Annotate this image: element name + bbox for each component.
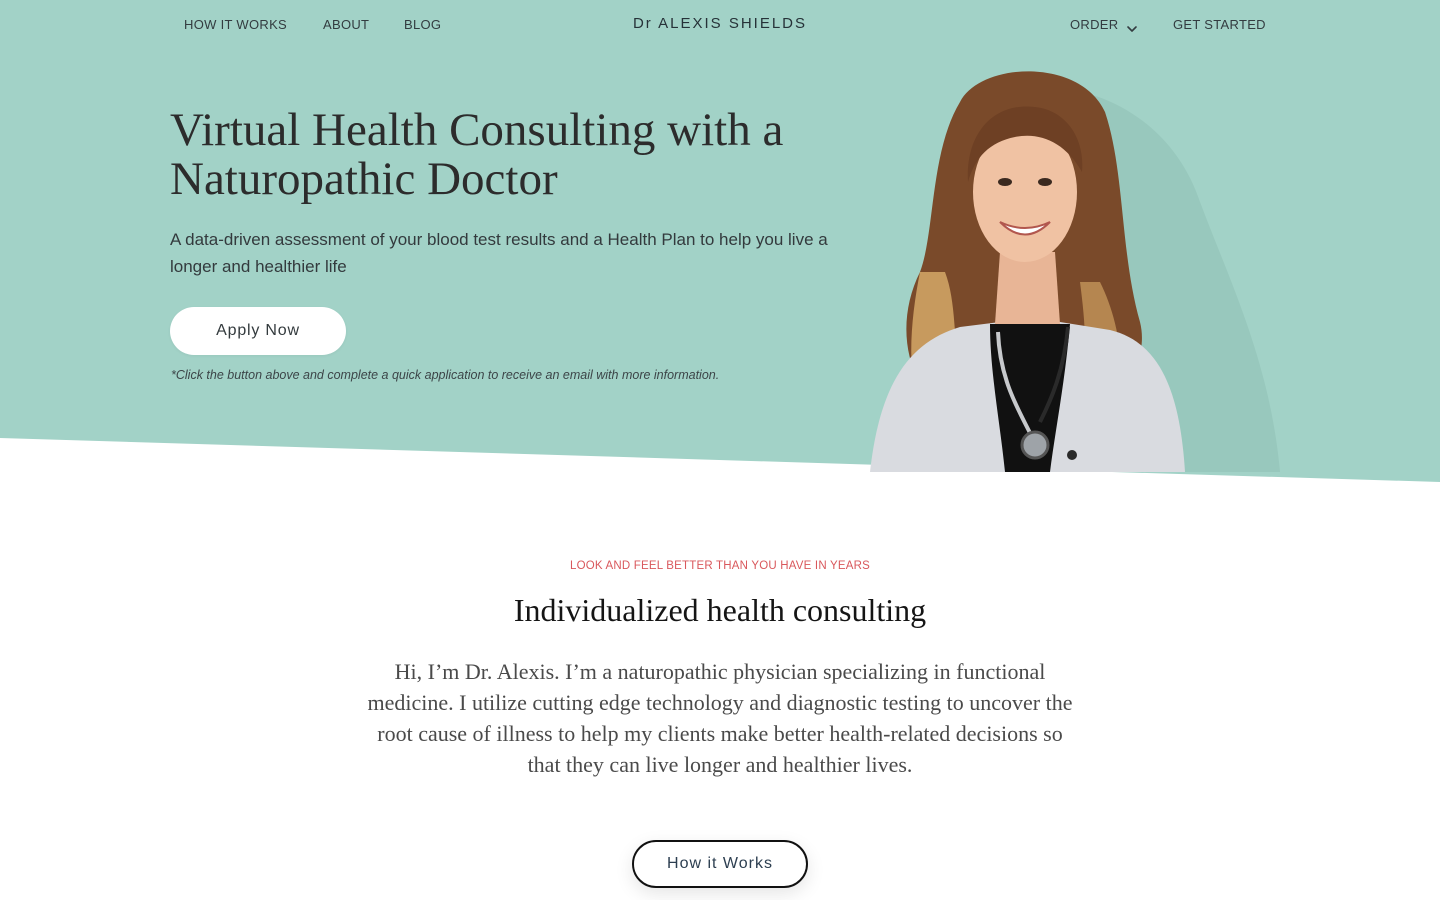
section-title: Individualized health consulting	[513, 592, 927, 628]
nav-order-dropdown[interactable]: ORDER	[1070, 17, 1138, 32]
hero-title: Virtual Health Consulting with a Naturop…	[170, 104, 784, 205]
chevron-down-icon	[1126, 21, 1138, 32]
top-nav: HOW IT WORKS ABOUT BLOG Dr ALEXIS SHIELD…	[0, 0, 1440, 48]
hero-subtitle: A data-driven assessment of your blood t…	[170, 230, 828, 276]
how-it-works-button[interactable]: How it Works	[632, 840, 808, 888]
apply-now-button[interactable]: Apply Now	[170, 307, 346, 355]
intro-paragraph: Hi, I’m Dr. Alexis. I’m a naturopathic p…	[367, 659, 1073, 777]
apply-note: *Click the button above and complete a q…	[171, 368, 720, 382]
section-eyebrow: LOOK AND FEEL BETTER THAN YOU HAVE IN YE…	[569, 560, 870, 572]
doctor-portrait	[850, 62, 1280, 473]
nav-order-label: ORDER	[1070, 17, 1119, 32]
nav-link-get-started[interactable]: GET STARTED	[1173, 17, 1266, 32]
